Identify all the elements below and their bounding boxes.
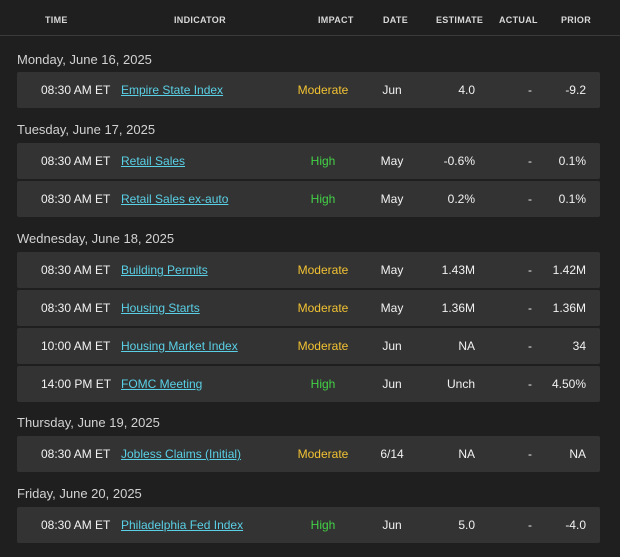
row-estimate: -0.6% bbox=[443, 154, 475, 168]
row-date: Jun bbox=[382, 83, 402, 97]
row-date: 6/14 bbox=[380, 447, 404, 461]
row-date: Jun bbox=[382, 339, 402, 353]
impact-badge: Moderate bbox=[297, 339, 349, 353]
row-date: Jun bbox=[382, 377, 402, 391]
impact-badge: High bbox=[310, 518, 336, 532]
row-time: 08:30 AM ET bbox=[41, 447, 111, 461]
row-prior: 1.42M bbox=[552, 263, 586, 277]
row-actual: - bbox=[528, 263, 532, 277]
day-heading: Tuesday, June 17, 2025 bbox=[17, 122, 156, 137]
impact-badge: High bbox=[310, 377, 336, 391]
row-time: 08:30 AM ET bbox=[41, 518, 111, 532]
row-estimate: 4.0 bbox=[458, 83, 475, 97]
row-time: 08:30 AM ET bbox=[41, 263, 111, 277]
row-date: May bbox=[380, 263, 404, 277]
row-date: Jun bbox=[382, 518, 402, 532]
row-date: May bbox=[380, 192, 404, 206]
row-estimate: NA bbox=[458, 447, 475, 461]
row-prior: -9.2 bbox=[565, 83, 586, 97]
row-prior: 1.36M bbox=[552, 301, 586, 315]
row-time: 14:00 PM ET bbox=[41, 377, 112, 391]
row-prior: 4.50% bbox=[551, 377, 586, 391]
indicator-link[interactable]: Jobless Claims (Initial) bbox=[121, 447, 241, 461]
indicator-link[interactable]: Philadelphia Fed Index bbox=[121, 518, 243, 532]
row-prior: NA bbox=[569, 447, 586, 461]
indicator-link[interactable]: FOMC Meeting bbox=[121, 377, 202, 391]
day-heading: Wednesday, June 18, 2025 bbox=[17, 231, 175, 246]
impact-badge: Moderate bbox=[297, 83, 349, 97]
row-prior: 0.1% bbox=[558, 154, 586, 168]
impact-badge: Moderate bbox=[297, 447, 349, 461]
table-header: TIME INDICATOR IMPACT DATE ESTIMATE ACTU… bbox=[0, 0, 620, 36]
impact-badge: Moderate bbox=[297, 301, 349, 315]
header-actual: ACTUAL bbox=[499, 15, 538, 25]
row-time: 08:30 AM ET bbox=[41, 83, 111, 97]
row-time: 08:30 AM ET bbox=[41, 192, 111, 206]
header-time: TIME bbox=[45, 15, 68, 25]
row-estimate: 1.43M bbox=[441, 263, 475, 277]
row-prior: 34 bbox=[572, 339, 586, 353]
indicator-link[interactable]: Retail Sales ex-auto bbox=[121, 192, 228, 206]
row-time: 08:30 AM ET bbox=[41, 301, 111, 315]
row-actual: - bbox=[528, 192, 532, 206]
row-actual: - bbox=[528, 377, 532, 391]
table-row: 08:30 AM ET Building Permits Moderate Ma… bbox=[17, 252, 600, 288]
table-row: 10:00 AM ET Housing Market Index Moderat… bbox=[17, 328, 600, 364]
row-actual: - bbox=[528, 154, 532, 168]
row-actual: - bbox=[528, 518, 532, 532]
table-row: 08:30 AM ET Philadelphia Fed Index High … bbox=[17, 507, 600, 543]
header-estimate: ESTIMATE bbox=[436, 15, 484, 25]
indicator-link[interactable]: Empire State Index bbox=[121, 83, 223, 97]
row-estimate: 0.2% bbox=[447, 192, 475, 206]
row-actual: - bbox=[528, 83, 532, 97]
row-estimate: NA bbox=[458, 339, 475, 353]
impact-badge: High bbox=[310, 192, 336, 206]
row-estimate: Unch bbox=[446, 377, 475, 391]
impact-badge: High bbox=[310, 154, 336, 168]
economic-calendar: TIME INDICATOR IMPACT DATE ESTIMATE ACTU… bbox=[0, 0, 620, 557]
row-date: May bbox=[380, 154, 404, 168]
row-date: May bbox=[380, 301, 404, 315]
row-prior: -4.0 bbox=[565, 518, 586, 532]
row-actual: - bbox=[528, 447, 532, 461]
row-estimate: 5.0 bbox=[458, 518, 475, 532]
header-indicator: INDICATOR bbox=[174, 15, 226, 25]
table-row: 14:00 PM ET FOMC Meeting High Jun Unch -… bbox=[17, 366, 600, 402]
table-row: 08:30 AM ET Housing Starts Moderate May … bbox=[17, 290, 600, 326]
table-row: 08:30 AM ET Jobless Claims (Initial) Mod… bbox=[17, 436, 600, 472]
row-actual: - bbox=[528, 301, 532, 315]
day-heading: Friday, June 20, 2025 bbox=[17, 486, 142, 501]
indicator-link[interactable]: Housing Starts bbox=[121, 301, 200, 315]
day-heading: Thursday, June 19, 2025 bbox=[17, 415, 160, 430]
indicator-link[interactable]: Housing Market Index bbox=[121, 339, 238, 353]
table-row: 08:30 AM ET Retail Sales High May -0.6% … bbox=[17, 143, 600, 179]
day-heading: Monday, June 16, 2025 bbox=[17, 52, 152, 67]
header-date: DATE bbox=[383, 15, 409, 25]
table-row: 08:30 AM ET Empire State Index Moderate … bbox=[17, 72, 600, 108]
header-prior: PRIOR bbox=[561, 15, 592, 25]
row-estimate: 1.36M bbox=[441, 301, 475, 315]
row-time: 10:00 AM ET bbox=[41, 339, 111, 353]
indicator-link[interactable]: Retail Sales bbox=[121, 154, 185, 168]
table-row: 08:30 AM ET Retail Sales ex-auto High Ma… bbox=[17, 181, 600, 217]
impact-badge: Moderate bbox=[297, 263, 349, 277]
row-actual: - bbox=[528, 339, 532, 353]
row-time: 08:30 AM ET bbox=[41, 154, 111, 168]
row-prior: 0.1% bbox=[558, 192, 586, 206]
header-impact: IMPACT bbox=[318, 15, 354, 25]
indicator-link[interactable]: Building Permits bbox=[121, 263, 208, 277]
